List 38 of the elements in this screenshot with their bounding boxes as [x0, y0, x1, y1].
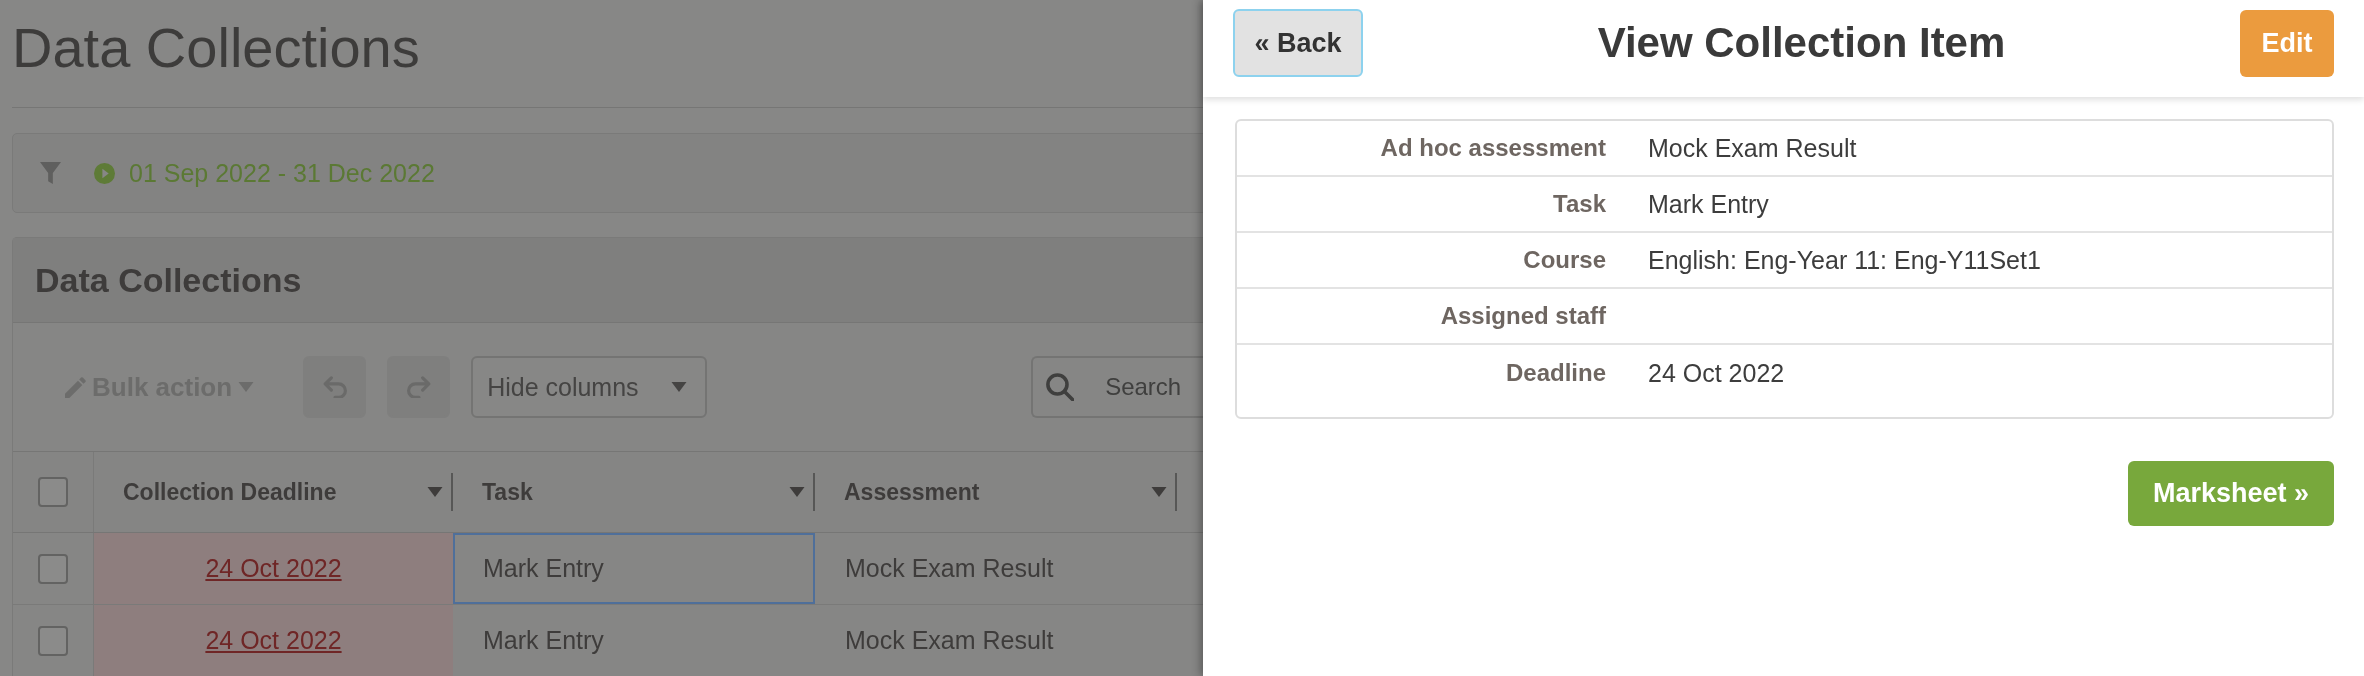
field-label: Task — [1552, 190, 1606, 218]
marksheet-button[interactable]: Marksheet » — [2128, 461, 2334, 526]
caret-icon — [238, 382, 255, 392]
page-title: Data Collections — [12, 18, 420, 78]
field-value: English: Eng-Year 11: Eng-Y11Set1 — [1648, 245, 2041, 275]
field-label: Course — [1522, 246, 1606, 274]
deadline-link[interactable]: 24 Oct 2022 — [205, 554, 342, 583]
search-icon — [1046, 373, 1075, 401]
pencil-icon — [65, 376, 86, 398]
table-cell-text: Mock Exam Result — [844, 625, 1055, 656]
column-header[interactable]: Assessment — [815, 452, 1177, 532]
sort-caret-icon[interactable] — [427, 487, 443, 497]
edit-button[interactable]: Edit — [2240, 10, 2334, 77]
sort-caret-icon[interactable] — [789, 487, 805, 497]
table-cell[interactable]: Mark Entry — [453, 605, 815, 676]
field-value: Mock Exam Result — [1648, 133, 1857, 163]
field-label: Ad hoc assessment — [1379, 134, 1606, 162]
hide-columns-dropdown[interactable]: Hide columns — [471, 356, 708, 418]
table-cell[interactable]: Mark Entry — [453, 533, 815, 604]
column-header[interactable]: Task — [453, 452, 815, 532]
filter-icon[interactable] — [40, 162, 61, 184]
deadline-link[interactable]: 24 Oct 2022 — [205, 626, 342, 655]
field-label: Deadline — [1504, 359, 1606, 387]
caret-icon — [671, 382, 688, 392]
panel-title: Data Collections — [35, 260, 302, 300]
field-value: 24 Oct 2022 — [1648, 358, 1785, 388]
back-button[interactable]: « Back — [1233, 9, 1363, 77]
search-field[interactable]: Search — [1031, 356, 1203, 418]
sort-caret-icon[interactable] — [1151, 487, 1167, 497]
field-label: Assigned staff — [1439, 302, 1606, 330]
column-header[interactable]: Collection Deadline — [94, 452, 453, 532]
play-circle-icon — [94, 162, 115, 184]
row-checkbox[interactable] — [38, 625, 68, 656]
row-checkbox[interactable] — [38, 553, 68, 584]
select-all-checkbox[interactable] — [38, 477, 68, 507]
field-value: Mark Entry — [1648, 189, 1769, 219]
panel-title: View Collection Item — [1596, 18, 2007, 68]
table-cell-text: Mock Exam Result — [844, 553, 1055, 584]
